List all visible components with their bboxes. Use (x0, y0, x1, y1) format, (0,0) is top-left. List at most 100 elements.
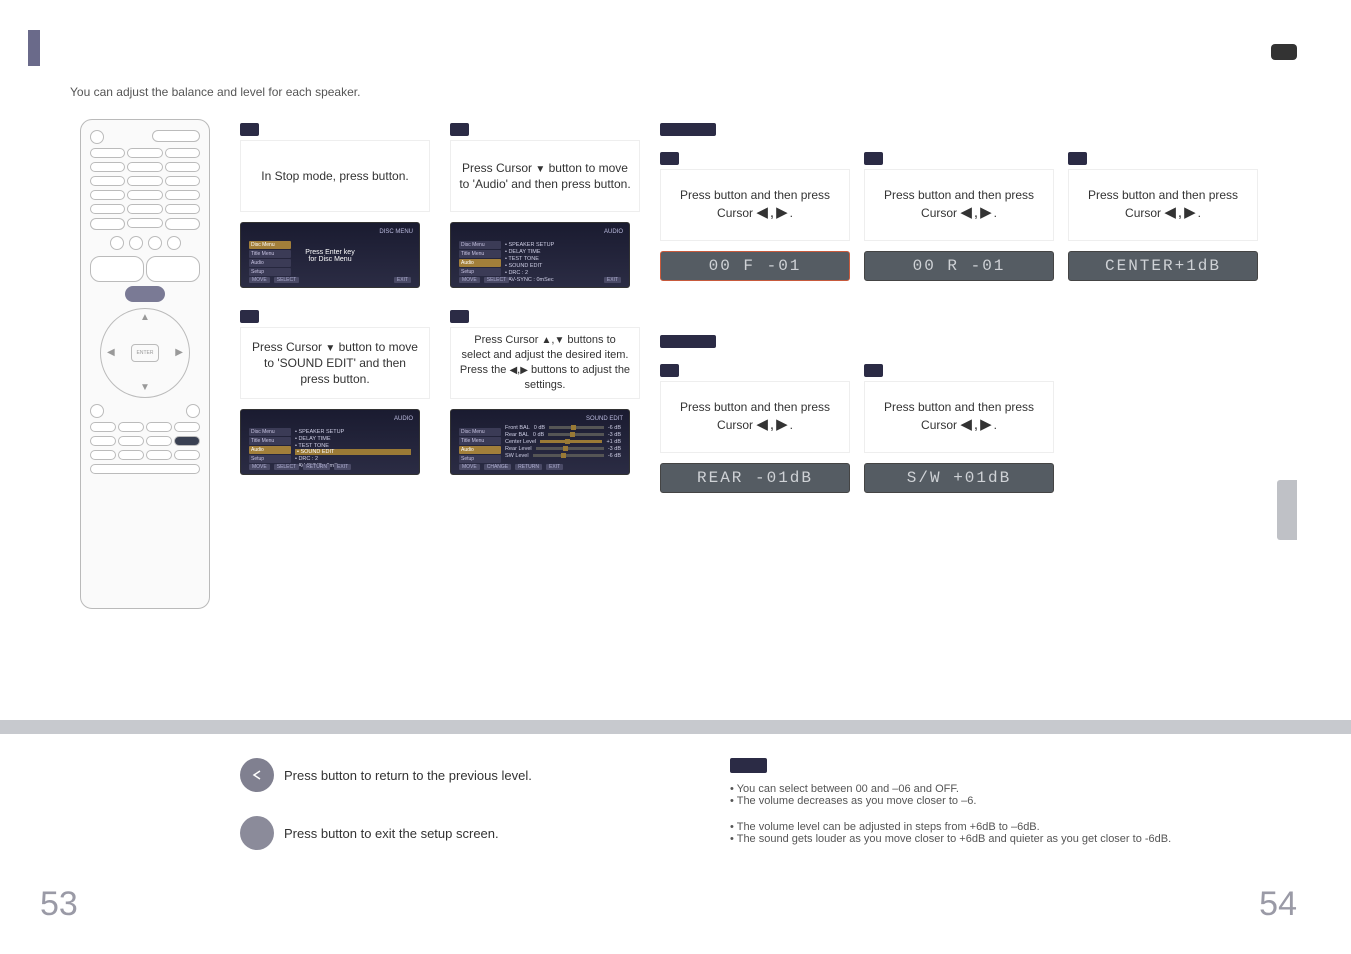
dvd-step-3: Press Cursor button to move to 'SOUND ED… (240, 306, 430, 475)
osd-sidebar-item: Setup (249, 455, 291, 463)
note-list-level: The volume level can be adjusted in step… (730, 821, 1281, 845)
display-rear-level: REAR -01dB (660, 463, 850, 493)
osd-sidebar-item: Disc Menu (459, 428, 501, 436)
step-text: Press button and then press Cursor ◀,▶. (660, 169, 850, 241)
note-item: You can select between 00 and –06 and OF… (730, 783, 1281, 795)
step-number (660, 364, 679, 377)
remote-control-illustration: ▲ ▼ ◀ ▶ ENTER (80, 119, 210, 609)
exit-text: Press button to exit the setup screen. (284, 826, 499, 841)
section-tag (660, 335, 716, 348)
page-number-left: 53 (40, 885, 78, 924)
exit-instruction: Press button to exit the setup screen. (240, 816, 670, 850)
page-number-right: 54 (1259, 885, 1297, 924)
osd-sidebar-item: Setup (249, 268, 291, 276)
cursor-down-icon (535, 161, 545, 175)
osd-sidebar-item: Title Menu (249, 250, 291, 258)
right-thumb-tab (1277, 480, 1297, 540)
osd-menu-item: • DRC : 2 (505, 269, 621, 276)
cursor-up-icon (542, 334, 552, 346)
dvd-step-4: Press Cursor , buttons to select and adj… (450, 306, 640, 475)
return-text: Press button to return to the previous l… (284, 768, 532, 783)
step-number (1068, 152, 1087, 165)
return-instruction: Press button to return to the previous l… (240, 758, 670, 792)
osd-sidebar-item: Audio (459, 259, 501, 267)
osd-menu-item: • DRC : 2 (295, 455, 411, 462)
osd-audio-soundedit: AUDIO Disc Menu Title Menu Audio Setup •… (240, 409, 420, 475)
left-vertical-marker (28, 30, 40, 66)
note-item: The sound gets louder as you move closer… (730, 833, 1281, 845)
note-item: The volume decreases as you move closer … (730, 795, 1281, 807)
osd-sidebar-item: Disc Menu (249, 428, 291, 436)
osd-title: AUDIO (604, 229, 623, 235)
sw-level-step: Press button and then press Cursor ◀,▶. … (864, 360, 1054, 493)
osd-menu-item: • SPEAKER SETUP (505, 241, 621, 248)
step-number (660, 152, 679, 165)
dvd-step-1: In Stop mode, press button. DISC MENU Di… (240, 119, 430, 288)
cursor-left-right-icon: ◀,▶ (1164, 204, 1197, 221)
right-top-marker (1271, 44, 1297, 60)
cursor-down-icon (554, 334, 564, 346)
display-sw-level: S/W +01dB (864, 463, 1054, 493)
center-level-step: Press button and then press Cursor ◀,▶. … (1068, 148, 1258, 281)
footer-zone: Press button to return to the previous l… (0, 740, 1351, 874)
osd-sidebar-item: Disc Menu (459, 241, 501, 249)
osd-menu-item: • TEST TONE (295, 442, 411, 449)
rear-balance-step: Press button and then press Cursor ◀,▶. … (864, 148, 1054, 281)
step-text: Press Cursor , buttons to select and adj… (450, 327, 640, 399)
menu-button-icon (125, 286, 165, 302)
remote-column: ▲ ▼ ◀ ▶ ENTER (70, 119, 220, 609)
step-text: Press Cursor button to move to 'SOUND ED… (240, 327, 430, 399)
osd-sidebar-item: Title Menu (459, 250, 501, 258)
step-text: In Stop mode, press button. (240, 140, 430, 212)
step-text: Press button and then press Cursor ◀,▶. (864, 381, 1054, 453)
manual-spread: You can adjust the balance and level for… (0, 0, 1351, 954)
cursor-wheel-icon: ▲ ▼ ◀ ▶ ENTER (100, 308, 190, 398)
mp3-steps: Press button and then press Cursor ◀,▶. … (660, 119, 1311, 609)
osd-menu-item: • SOUND EDIT (505, 262, 621, 269)
step-number (864, 364, 883, 377)
step-text: Press button and then press Cursor ◀,▶. (1068, 169, 1258, 241)
osd-menu-item: • SPEAKER SETUP (295, 428, 411, 435)
osd-menu-item: • DELAY TIME (505, 248, 621, 255)
osd-sidebar-item: Audio (249, 259, 291, 267)
step-number (864, 152, 883, 165)
cursor-left-right-icon: ◀,▶ (756, 416, 789, 433)
step-number (240, 123, 259, 136)
cursor-right-icon (520, 364, 528, 376)
osd-sidebar-item: Setup (459, 455, 501, 463)
osd-title: SOUND EDIT (586, 416, 623, 422)
front-balance-step: Press button and then press Cursor ◀,▶. … (660, 148, 850, 281)
enter-button-icon: ENTER (131, 344, 159, 362)
main-content: ▲ ▼ ◀ ▶ ENTER In Stop mode, press (40, 119, 1311, 609)
intro-text: You can adjust the balance and level for… (70, 85, 1311, 99)
osd-menu-item: • DELAY TIME (295, 435, 411, 442)
step-text: Press Cursor button to move to 'Audio' a… (450, 140, 640, 212)
note-item: The volume level can be adjusted in step… (730, 821, 1281, 833)
display-front-balance: 00 F -01 (660, 251, 850, 281)
rear-level-step: Press button and then press Cursor ◀,▶. … (660, 360, 850, 493)
return-exit-block: Press button to return to the previous l… (240, 758, 670, 874)
section-tag (660, 123, 716, 136)
step-text: Press button and then press Cursor ◀,▶. (660, 381, 850, 453)
osd-sidebar-item: Title Menu (249, 437, 291, 445)
return-button-icon (240, 758, 274, 792)
osd-audio: AUDIO Disc Menu Title Menu Audio Setup •… (450, 222, 630, 288)
dvd-step-2: Press Cursor button to move to 'Audio' a… (450, 119, 640, 288)
osd-sound-edit: SOUND EDIT Disc Menu Title Menu Audio Se… (450, 409, 630, 475)
cursor-left-right-icon: ◀,▶ (756, 204, 789, 221)
exit-button-icon (240, 816, 274, 850)
cursor-down-icon (325, 340, 335, 354)
osd-disc-menu: DISC MENU Disc Menu Title Menu Audio Set… (240, 222, 420, 288)
osd-sidebar-item: Audio (459, 446, 501, 454)
step-number (240, 310, 259, 323)
osd-sidebar-item: Disc Menu (249, 241, 291, 249)
section-divider (0, 720, 1351, 734)
cursor-left-icon (509, 364, 517, 376)
osd-sidebar-item: Setup (459, 268, 501, 276)
note-list-balance: You can select between 00 and –06 and OF… (730, 783, 1281, 807)
cursor-left-right-icon: ◀,▶ (960, 204, 993, 221)
osd-title: AUDIO (394, 416, 413, 422)
notes-block: You can select between 00 and –06 and OF… (730, 758, 1281, 874)
step-number (450, 310, 469, 323)
display-center-level: CENTER+1dB (1068, 251, 1258, 281)
